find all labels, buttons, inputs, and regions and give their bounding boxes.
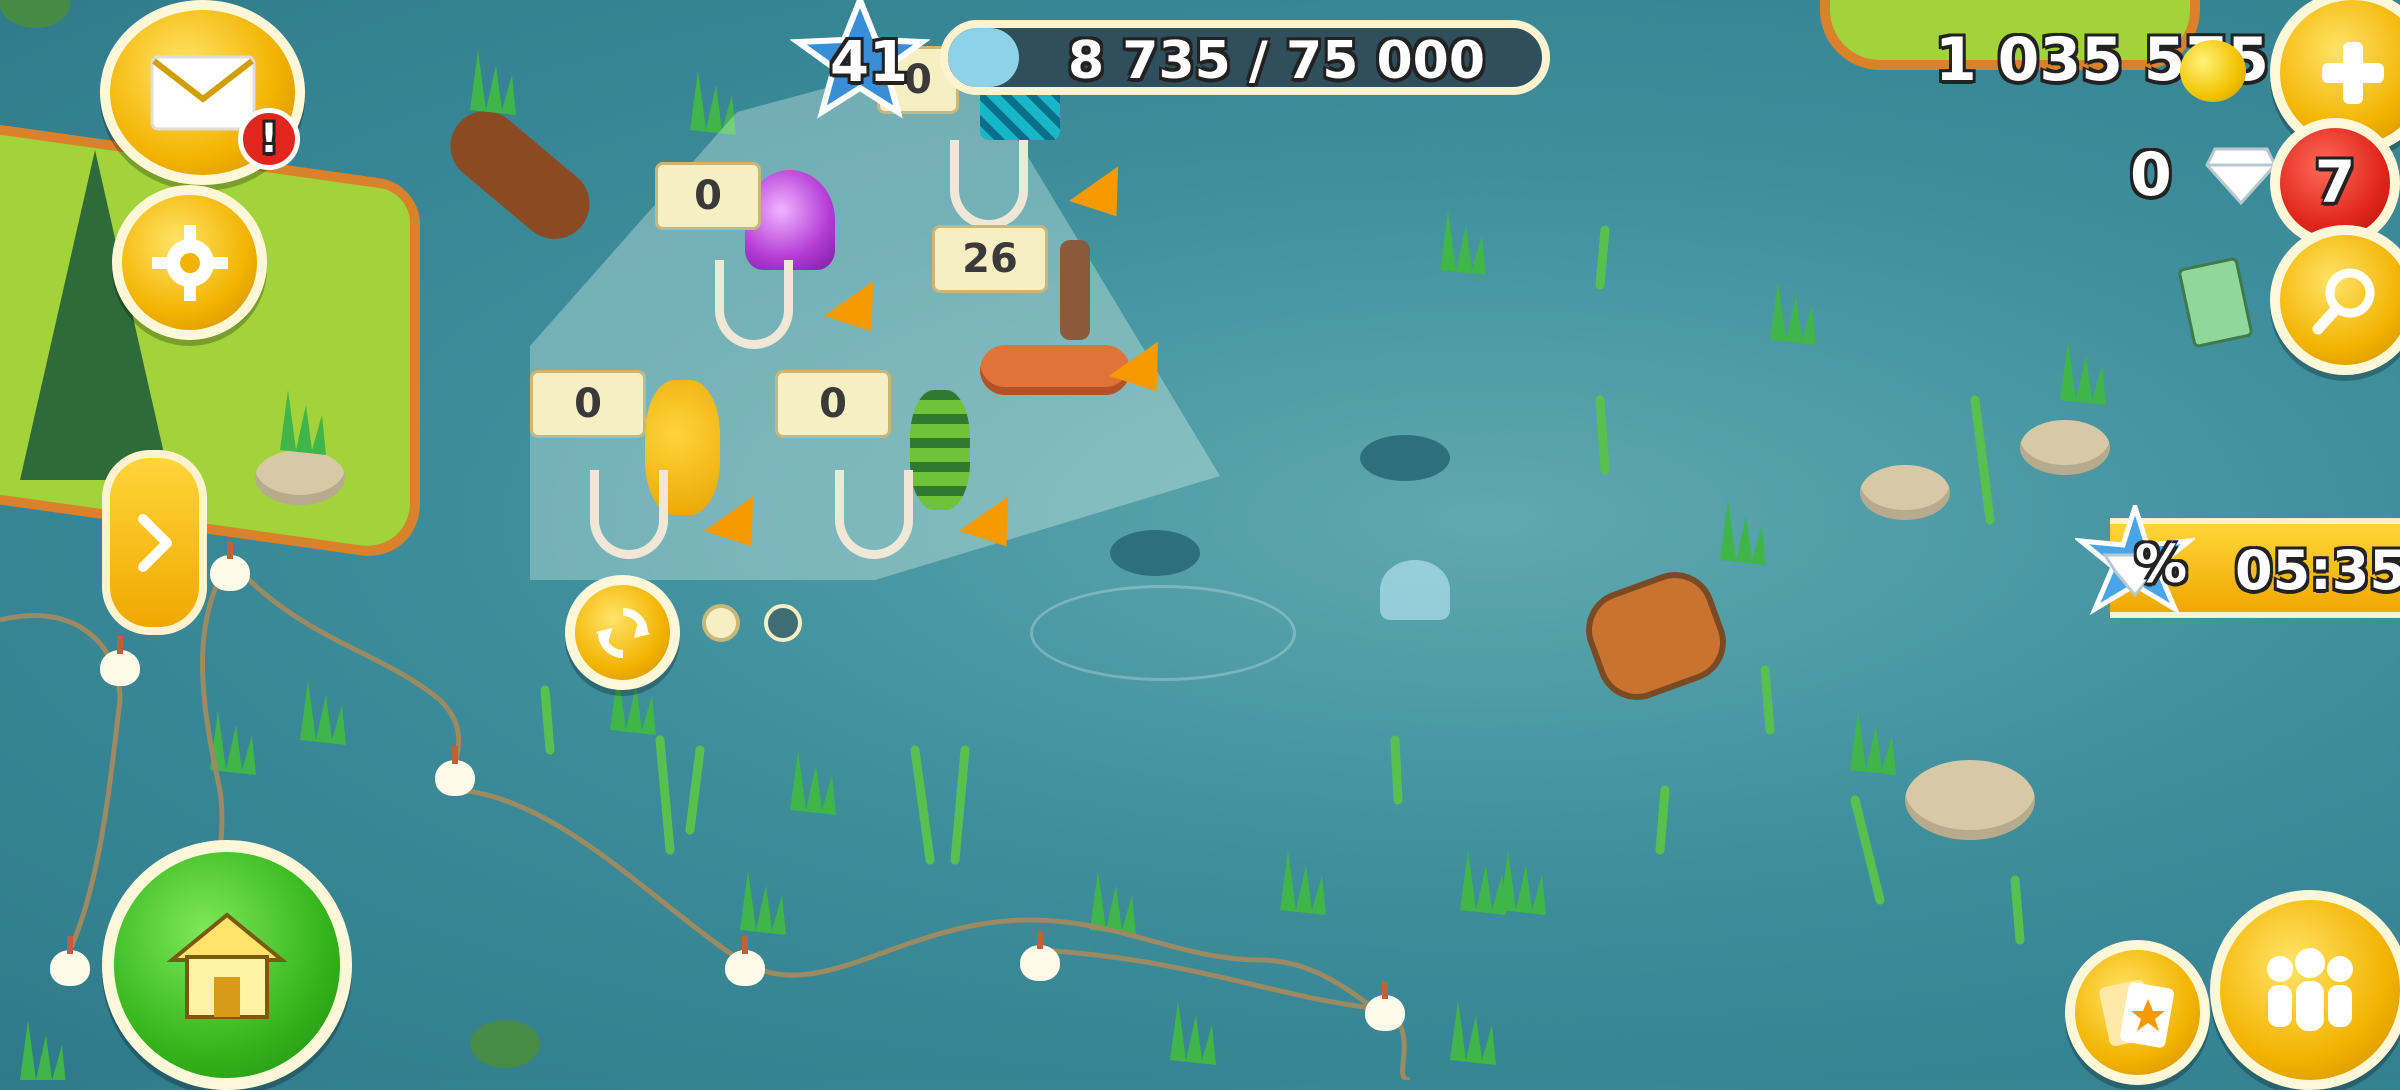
bait-item[interactable]: 0 xyxy=(530,370,780,570)
hook-icon xyxy=(835,470,913,559)
diamond-amount: 0 xyxy=(2130,140,2172,210)
coin-icon xyxy=(2180,40,2246,102)
gear-icon xyxy=(151,224,228,301)
friends-button[interactable] xyxy=(2210,890,2400,1090)
green-striped-lure-icon xyxy=(910,390,970,510)
house-icon xyxy=(166,912,288,1019)
page-dot-active[interactable] xyxy=(702,604,740,642)
bobber xyxy=(50,936,90,986)
magnifier-icon xyxy=(2312,268,2375,335)
arrow-icon xyxy=(958,496,1032,564)
arrow-icon xyxy=(703,496,777,564)
refresh-icon xyxy=(595,607,650,658)
bait-item[interactable]: 0 xyxy=(775,370,1032,570)
bobber xyxy=(210,541,250,591)
xp-bar[interactable]: 8 735 / 75 000 xyxy=(940,20,1550,95)
plus-icon xyxy=(2321,41,2384,104)
expand-button[interactable] xyxy=(102,450,207,635)
bobber xyxy=(435,746,475,796)
bobber xyxy=(1365,981,1405,1031)
xp-text: 8 735 / 75 000 xyxy=(1068,31,1486,91)
sale-badge-icon: % xyxy=(2073,498,2197,625)
xp-bar-fill xyxy=(948,28,1020,87)
home-button[interactable] xyxy=(102,840,352,1090)
cards-icon xyxy=(2098,979,2174,1048)
hook-icon xyxy=(590,470,668,559)
sale-percent: % xyxy=(2135,535,2188,595)
hook-icon xyxy=(950,140,1028,229)
arrow-icon xyxy=(823,281,897,349)
level-number: 41 xyxy=(830,30,908,95)
mail-alert-badge: ! xyxy=(238,108,300,170)
people-icon xyxy=(2267,948,2353,1031)
hook-icon xyxy=(715,260,793,349)
fishing-line-path xyxy=(0,558,1411,1080)
envelope-icon xyxy=(150,55,255,130)
bobber xyxy=(1020,931,1060,981)
level-star[interactable]: 41 xyxy=(789,0,931,120)
bait-count: 0 xyxy=(530,370,646,438)
chevron-right-icon xyxy=(137,513,172,572)
diamond-icon xyxy=(2205,145,2277,209)
sale-timer: 05:35 xyxy=(2235,539,2400,602)
bait-count: 0 xyxy=(655,162,761,230)
bait-count: 26 xyxy=(932,225,1048,293)
notification-count: 7 xyxy=(2314,148,2356,216)
page-dot[interactable] xyxy=(764,604,802,642)
cards-button[interactable] xyxy=(2065,940,2210,1085)
bait-count: 0 xyxy=(775,370,891,438)
bait-item[interactable]: 0 xyxy=(655,160,905,360)
settings-button[interactable] xyxy=(112,185,267,340)
refresh-button[interactable] xyxy=(565,575,680,690)
bobber xyxy=(100,636,140,686)
alert-text: ! xyxy=(259,116,279,162)
worm-handle-icon xyxy=(1060,240,1090,340)
bobber xyxy=(725,936,765,986)
